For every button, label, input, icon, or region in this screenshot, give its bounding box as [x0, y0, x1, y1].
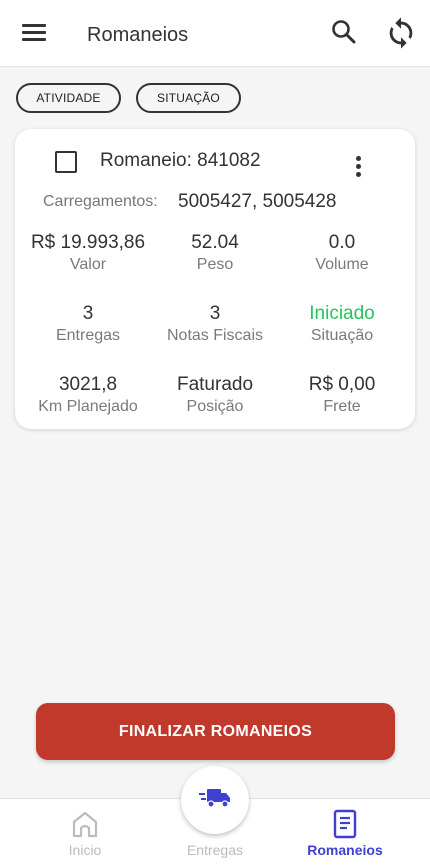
- stat-value: 3: [209, 303, 221, 324]
- stat-value: 3021,8: [58, 374, 118, 395]
- stat-entregas: 3 Entregas: [18, 303, 158, 345]
- romaneio-checkbox[interactable]: [55, 151, 77, 173]
- stat-label: Frete: [323, 398, 361, 415]
- stat-valor: R$ 19.993,86 Valor: [18, 232, 158, 274]
- stat-value: 0.0: [328, 232, 356, 253]
- search-icon[interactable]: [328, 16, 360, 48]
- stat-peso: 52.04 Peso: [145, 232, 285, 274]
- filter-chip-atividade[interactable]: ATIVIDADE: [16, 83, 121, 113]
- truck-fab-button[interactable]: [181, 766, 249, 834]
- home-icon: [70, 809, 100, 844]
- more-vert-icon[interactable]: [349, 153, 369, 183]
- document-icon: [331, 809, 359, 844]
- nav-item-romaneios[interactable]: Romaneios: [275, 799, 415, 866]
- app-bar: Romaneios: [0, 0, 430, 67]
- finalize-romaneios-button[interactable]: FINALIZAR ROMANEIOS: [36, 703, 395, 760]
- carregamentos-label: Carregamentos:: [43, 193, 158, 210]
- stat-situacao: Iniciado Situação: [272, 303, 412, 345]
- stat-label: Posição: [186, 398, 244, 415]
- stat-label: Km Planejado: [38, 398, 138, 415]
- romaneio-card[interactable]: Romaneio: 841082 Carregamentos: 5005427,…: [15, 129, 415, 429]
- stat-label: Situação: [310, 327, 374, 344]
- stat-value: 52.04: [191, 232, 239, 253]
- page-title: Romaneios: [87, 24, 189, 46]
- stat-label: Volume: [315, 256, 369, 273]
- filter-chip-situacao[interactable]: SITUAÇÃO: [136, 83, 241, 113]
- carregamentos-value: 5005427, 5005428: [178, 191, 337, 212]
- nav-label: Entregas: [186, 842, 244, 858]
- stat-value: R$ 19.993,86: [30, 232, 146, 253]
- stat-label: Peso: [196, 256, 234, 273]
- stat-volume: 0.0 Volume: [272, 232, 412, 274]
- stat-label: Entregas: [55, 327, 121, 344]
- romaneio-title: Romaneio: 841082: [100, 150, 261, 171]
- stat-value: Faturado: [176, 374, 254, 395]
- menu-icon[interactable]: [16, 18, 52, 48]
- truck-icon: [199, 787, 231, 814]
- stat-label: Notas Fiscais: [166, 327, 264, 344]
- nav-item-inicio[interactable]: Inicio: [15, 799, 155, 866]
- stat-label: Valor: [69, 256, 107, 273]
- stat-km-planejado: 3021,8 Km Planejado: [18, 374, 158, 416]
- status-badge: Iniciado: [309, 303, 375, 324]
- stat-frete: R$ 0,00 Frete: [272, 374, 412, 416]
- nav-label: Romaneios: [307, 842, 383, 858]
- stat-value: R$ 0,00: [308, 374, 376, 395]
- stat-value: 3: [82, 303, 94, 324]
- stat-notas-fiscais: 3 Notas Fiscais: [145, 303, 285, 345]
- sync-icon[interactable]: [384, 16, 418, 50]
- stat-posicao: Faturado Posição: [145, 374, 285, 416]
- nav-label: Inicio: [68, 842, 102, 858]
